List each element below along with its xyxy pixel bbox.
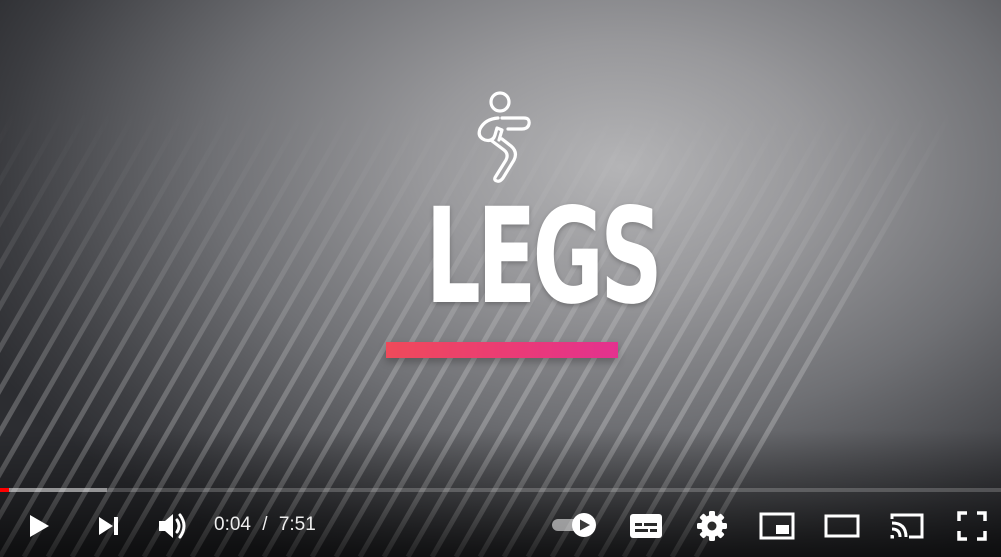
volume-icon [159, 513, 186, 539]
subtitles-button[interactable] [626, 506, 666, 546]
title-underline [386, 342, 618, 358]
play-icon [30, 515, 49, 537]
buffered-progress [0, 488, 107, 492]
player-controls: 0:04 / 7:51 [0, 500, 1001, 552]
cast-icon [890, 513, 924, 539]
autoplay-toggle-icon [552, 513, 596, 537]
theater-mode-button[interactable] [822, 506, 862, 546]
subtitles-icon [630, 514, 662, 538]
video-player[interactable]: LEGS 0:04 / 7:51 [0, 0, 1001, 557]
played-progress [0, 488, 9, 492]
time-separator: / [262, 514, 268, 535]
cast-button[interactable] [887, 506, 927, 546]
miniplayer-button[interactable] [757, 506, 797, 546]
settings-button[interactable] [692, 506, 732, 546]
mute-button[interactable] [152, 506, 192, 546]
autoplay-toggle[interactable] [550, 510, 600, 540]
video-title-card: LEGS [386, 88, 663, 368]
theater-mode-icon [824, 514, 860, 538]
next-button[interactable] [88, 506, 128, 546]
next-icon [99, 517, 118, 535]
play-button[interactable] [18, 506, 58, 546]
duration: 7:51 [278, 514, 316, 535]
miniplayer-icon [759, 512, 795, 540]
fullscreen-icon [957, 511, 987, 541]
fullscreen-button[interactable] [952, 506, 992, 546]
video-title-text: LEGS [425, 180, 662, 334]
time-display: 0:04 / 7:51 [214, 512, 316, 538]
settings-icon [697, 511, 727, 541]
squat-figure-icon [477, 91, 531, 183]
progress-bar[interactable] [0, 488, 1001, 492]
current-time: 0:04 [214, 514, 251, 535]
